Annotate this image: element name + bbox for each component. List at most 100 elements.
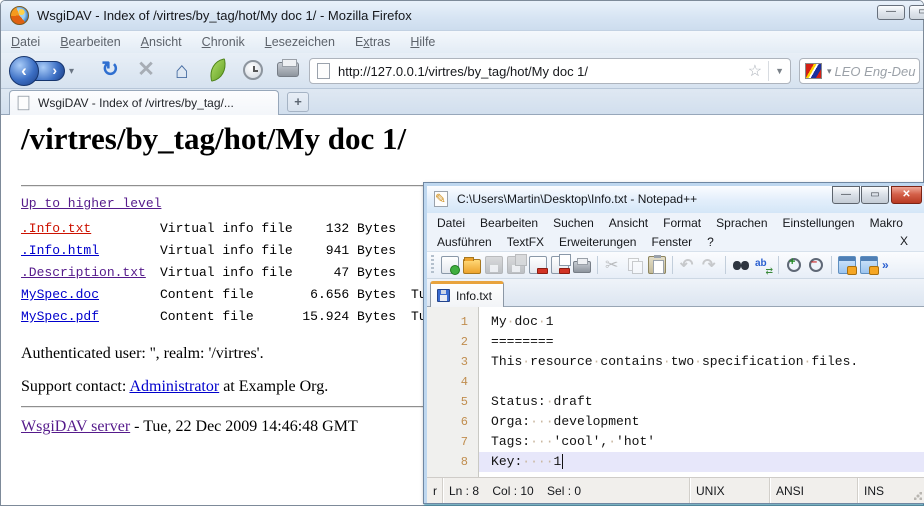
- extension-leaf-icon[interactable]: [207, 58, 229, 81]
- menu-item-bearbeiten[interactable]: Bearbeiten: [60, 35, 120, 49]
- redo-icon[interactable]: [701, 256, 719, 274]
- file-link[interactable]: MySpec.pdf: [21, 306, 160, 328]
- npp-menu-item-textfx[interactable]: TextFX: [507, 235, 544, 249]
- menu-item-chronik[interactable]: Chronik: [202, 35, 245, 49]
- tab-wsgidav[interactable]: WsgiDAV - Index of /virtres/by_tag/...: [9, 90, 279, 115]
- npp-menu-item-fenster[interactable]: Fenster: [651, 235, 692, 249]
- notepadpp-app-icon: [434, 191, 448, 207]
- reload-icon[interactable]: ↻: [97, 56, 123, 84]
- up-to-higher-level-link[interactable]: Up to higher level: [21, 196, 161, 211]
- editor-area[interactable]: 12345678 My·doc·1========This·resource·c…: [427, 307, 924, 477]
- line-number: 2: [427, 332, 478, 352]
- back-button[interactable]: ‹: [9, 56, 39, 86]
- open-file-icon[interactable]: [463, 259, 481, 274]
- save-icon[interactable]: [485, 256, 503, 274]
- npp-minimize-button[interactable]: —: [832, 186, 860, 204]
- file-link[interactable]: MySpec.doc: [21, 284, 160, 306]
- url-bar[interactable]: ☆ ▼: [309, 58, 791, 84]
- search-engine-leo-icon[interactable]: [805, 63, 822, 79]
- npp-menu-item-suchen[interactable]: Suchen: [553, 216, 594, 230]
- close-all-icon[interactable]: [551, 256, 569, 274]
- resize-grip[interactable]: [910, 478, 924, 503]
- save-all-icon[interactable]: [507, 256, 525, 274]
- new-file-icon[interactable]: [441, 256, 459, 274]
- status-typing-mode[interactable]: INS: [858, 478, 910, 503]
- editor-line[interactable]: Tags:···'cool',·'hot': [479, 432, 924, 452]
- search-input[interactable]: [835, 64, 919, 79]
- whitespace-dot: ·: [538, 434, 546, 449]
- file-link[interactable]: .Info.txt: [21, 218, 160, 240]
- status-encoding[interactable]: ANSI: [770, 478, 858, 503]
- close-file-icon[interactable]: [529, 256, 547, 274]
- line-number: 1: [427, 312, 478, 332]
- print-icon[interactable]: [277, 62, 299, 77]
- status-eol-format[interactable]: UNIX: [690, 478, 770, 503]
- toolbar-overflow-chevron[interactable]: »: [882, 258, 889, 272]
- notepadpp-titlebar[interactable]: C:\Users\Martin\Desktop\Info.txt - Notep…: [427, 186, 924, 213]
- maximize-button[interactable]: ▭: [909, 5, 924, 20]
- menu-item-hilfe[interactable]: Hilfe: [410, 35, 435, 49]
- doc-close-x-button[interactable]: X: [900, 234, 908, 248]
- npp-close-button[interactable]: ✕: [891, 186, 922, 204]
- menu-item-extras[interactable]: Extras: [355, 35, 390, 49]
- firefox-titlebar[interactable]: WsgiDAV - Index of /virtres/by_tag/hot/M…: [1, 1, 923, 31]
- tab-info-txt[interactable]: Info.txt: [430, 281, 504, 307]
- new-tab-button[interactable]: +: [287, 92, 309, 112]
- npp-menu-item-format[interactable]: Format: [663, 216, 701, 230]
- editor-line[interactable]: ========: [479, 332, 924, 352]
- npp-menu-item-makro[interactable]: Makro: [870, 216, 903, 230]
- editor-line[interactable]: Status:·draft: [479, 392, 924, 412]
- paste-icon[interactable]: [648, 256, 666, 274]
- doc-switch-icon[interactable]: [860, 256, 878, 274]
- menu-item-lesezeichen[interactable]: Lesezeichen: [265, 35, 335, 49]
- file-link[interactable]: .Description.txt: [21, 262, 160, 284]
- file-link[interactable]: .Info.html: [21, 240, 160, 262]
- editor-line[interactable]: My·doc·1: [479, 312, 924, 332]
- undo-icon[interactable]: [679, 256, 697, 274]
- cut-icon[interactable]: [604, 256, 622, 274]
- firefox-navbar: ‹ › ▾ ↻ ✕ ⌂ ☆ ▼ ▾: [1, 53, 923, 89]
- replace-icon[interactable]: [754, 256, 772, 274]
- minimize-button[interactable]: —: [877, 5, 905, 20]
- whitespace-dot: ·: [546, 454, 554, 469]
- editor-line[interactable]: This·resource·contains·two·specification…: [479, 352, 924, 372]
- notepadpp-menubar: Datei Bearbeiten Suchen Ansicht Format Sprach…: [427, 213, 924, 251]
- bookmark-star-icon[interactable]: ☆: [748, 61, 762, 81]
- npp-menu-item-erweiterungen[interactable]: Erweiterungen: [559, 235, 636, 249]
- npp-menu-item-datei[interactable]: Datei: [437, 216, 465, 230]
- npp-menu-item-ansicht[interactable]: Ansicht: [609, 216, 648, 230]
- history-clock-icon[interactable]: [243, 60, 263, 80]
- url-input[interactable]: [338, 64, 748, 79]
- history-dropdown-icon[interactable]: ▾: [69, 66, 74, 77]
- editor-line[interactable]: Key:····1: [479, 452, 924, 472]
- print-icon[interactable]: [573, 261, 591, 273]
- wsgidav-server-link[interactable]: WsgiDAV server: [21, 418, 130, 435]
- home-icon[interactable]: ⌂: [169, 56, 195, 84]
- menu-item-ansicht[interactable]: Ansicht: [141, 35, 182, 49]
- file-listing: .Info.txtVirtual info file132 Bytes.Info…: [21, 218, 427, 328]
- menu-item-datei[interactable]: Datei: [11, 35, 40, 49]
- copy-icon[interactable]: [626, 256, 644, 274]
- npp-maximize-button[interactable]: ▭: [861, 186, 889, 204]
- editor-line[interactable]: Orga:···development: [479, 412, 924, 432]
- zoom-in-icon[interactable]: [785, 256, 803, 274]
- url-dropdown-icon[interactable]: ▼: [768, 61, 790, 81]
- file-row: .Info.txtVirtual info file132 Bytes: [21, 218, 427, 240]
- doc-monitor-icon[interactable]: [838, 256, 856, 274]
- npp-menu-item-?[interactable]: ?: [707, 235, 714, 249]
- zoom-out-icon[interactable]: [807, 256, 825, 274]
- site-page-icon[interactable]: [317, 63, 330, 79]
- stop-icon[interactable]: ✕: [133, 56, 159, 84]
- npp-menu-item-sprachen[interactable]: Sprachen: [716, 216, 767, 230]
- menubar-row-1: Datei Bearbeiten Suchen Ansicht Format Sprach…: [427, 213, 924, 232]
- editor-text[interactable]: My·doc·1========This·resource·contains·t…: [479, 307, 924, 477]
- whitespace-dot: ·: [546, 434, 554, 449]
- npp-menu-item-bearbeiten[interactable]: Bearbeiten: [480, 216, 538, 230]
- npp-menu-item-ausfhren[interactable]: Ausführen: [437, 235, 492, 249]
- editor-line[interactable]: [479, 372, 924, 392]
- administrator-link[interactable]: Administrator: [129, 378, 219, 395]
- npp-menu-item-einstellungen[interactable]: Einstellungen: [783, 216, 855, 230]
- search-box[interactable]: ▾: [799, 58, 920, 84]
- find-icon[interactable]: [732, 256, 750, 274]
- search-engine-dropdown-icon[interactable]: ▾: [824, 66, 835, 77]
